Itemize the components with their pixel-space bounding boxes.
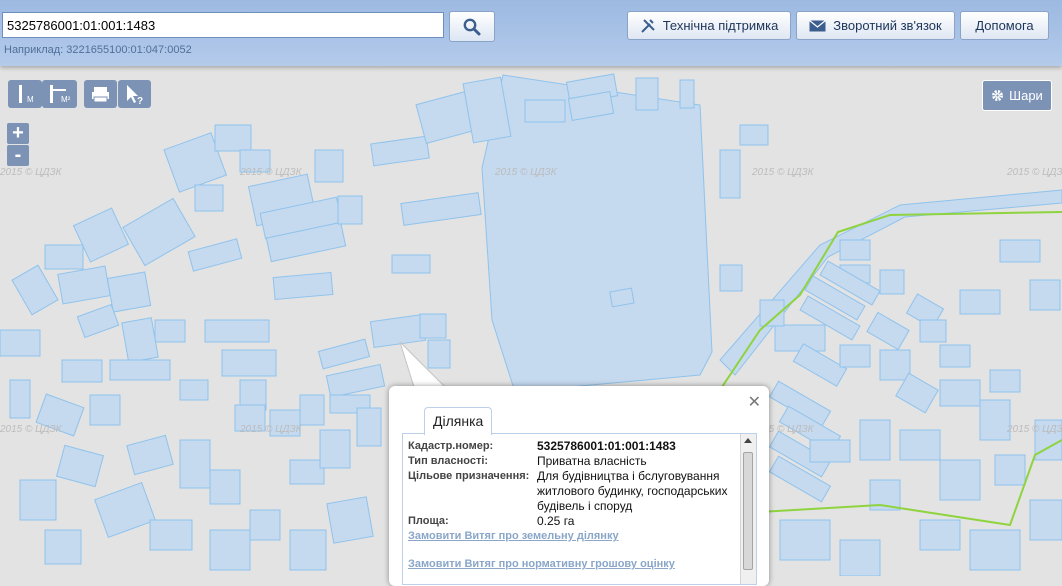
cursor-question-icon: ? [127, 85, 143, 107]
cadastral-number-label: Кадастр.номер: [408, 440, 494, 452]
purpose-value: Для будівництва і бслуговування житловог… [537, 469, 728, 513]
help-label: Допомога [975, 18, 1034, 33]
layers-button[interactable]: Шари [982, 80, 1052, 111]
parcel-info-popup: ✕ Ділянка Кадастр.номер: 5325786001:01:0… [389, 386, 769, 586]
gear-icon [992, 90, 1004, 101]
parcel-info-panel: Кадастр.номер: 5325786001:01:001:1483 Ти… [402, 433, 757, 585]
identify-button[interactable]: ? [118, 80, 151, 108]
popup-scrollbar[interactable] [740, 434, 756, 584]
cadastral-number-value: 5325786001:01:001:1483 [537, 439, 676, 453]
cadastral-search-input[interactable] [2, 12, 444, 38]
map-watermark: 2015 © ЦДЗК [1006, 167, 1062, 178]
ownership-type-label: Тип власності: [408, 455, 489, 467]
tab-parcel[interactable]: Ділянка [424, 407, 493, 435]
area-label: Площа: [408, 515, 449, 527]
measure-length-button[interactable]: M [8, 80, 42, 108]
layers-label: Шари [1009, 88, 1043, 103]
printer-icon [92, 87, 109, 103]
zoom-in-button[interactable]: + [7, 123, 29, 144]
table-row: Кадастр.номер: 5325786001:01:001:1483 [408, 439, 750, 454]
print-button[interactable] [84, 80, 117, 108]
map-watermark: 2015 © ЦДЗК [0, 167, 63, 178]
table-row: Цільове призначення: Для будівництва і б… [408, 469, 750, 514]
tools-icon [640, 18, 655, 33]
purpose-label: Цільове призначення: [408, 470, 530, 482]
map-watermark: 2015 © ЦДЗК [751, 167, 815, 178]
search-icon [463, 18, 481, 36]
table-row: Площа: 0.25 га [408, 514, 750, 529]
order-valuation-extract-link[interactable]: Замовити Витяг про нормативну грошову оц… [408, 558, 675, 570]
order-parcel-extract-link[interactable]: Замовити Витяг про земельну ділянку [408, 530, 619, 542]
tech-support-button[interactable]: Технічна підтримка [627, 11, 791, 40]
large-parcel [481, 74, 713, 393]
map-watermark: 2015 © ЦДЗК [1006, 424, 1062, 435]
map-watermark: 2015 © ЦДЗК [0, 424, 63, 435]
envelope-icon [809, 19, 827, 31]
search-example-hint: Наприклад: 3221655100:01:047:0052 [4, 44, 192, 56]
feedback-button[interactable]: Зворотний зв'язок [796, 11, 955, 40]
svg-text:?: ? [137, 96, 143, 107]
search-button[interactable] [449, 11, 495, 42]
table-row: Тип власності: Приватна власність [408, 454, 750, 469]
map-watermark: 2015 © ЦДЗК [494, 167, 558, 178]
svg-text:M²: M² [61, 95, 71, 104]
ruler-m-icon: M [19, 85, 34, 104]
ruler-m2-icon: M² [50, 85, 71, 104]
ownership-type-value: Приватна власність [537, 454, 647, 468]
feedback-label: Зворотний зв'язок [833, 18, 942, 33]
tech-support-label: Технічна підтримка [662, 18, 779, 33]
scroll-thumb[interactable] [743, 452, 753, 570]
scroll-up-arrow-icon[interactable] [744, 438, 752, 443]
close-icon[interactable]: ✕ [748, 392, 761, 412]
area-value: 0.25 га [537, 514, 575, 528]
map-watermark: 2015 © ЦДЗК [239, 167, 303, 178]
map-watermark: 2015 © ЦДЗК [239, 424, 303, 435]
parcel-info-table: Кадастр.номер: 5325786001:01:001:1483 Ти… [408, 439, 750, 529]
svg-text:M: M [27, 95, 34, 104]
measure-area-button[interactable]: M² [42, 80, 77, 108]
help-button[interactable]: Допомога [960, 11, 1049, 40]
top-bar: Наприклад: 3221655100:01:047:0052 Техніч… [0, 0, 1062, 66]
zoom-out-button[interactable]: - [7, 145, 29, 166]
